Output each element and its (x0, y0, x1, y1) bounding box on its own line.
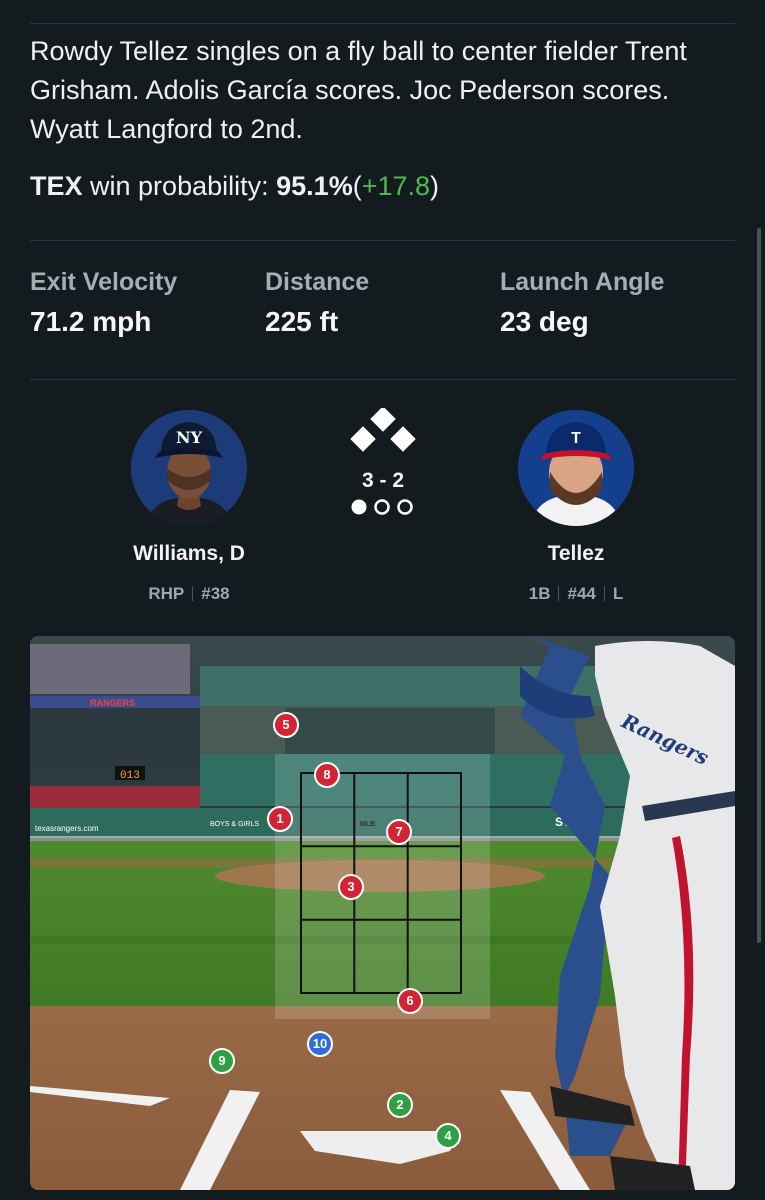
pitch-marker[interactable]: 4 (435, 1123, 461, 1149)
pitcher-number: #38 (201, 584, 230, 603)
stat-value: 23 deg (500, 306, 589, 337)
batter-avatar: T (518, 410, 634, 526)
separator (192, 586, 194, 601)
rangers-logo-icon: T (571, 430, 581, 447)
stat-label: Exit Velocity (30, 268, 178, 296)
pitch-marker[interactable]: 5 (273, 712, 299, 738)
exit-velocity-stat: Exit Velocity 71.2 mph (30, 268, 177, 338)
separator (558, 586, 560, 601)
divider (30, 379, 735, 380)
pitcher-position: RHP (148, 584, 185, 603)
second-base-icon (370, 406, 396, 432)
pitch-marker[interactable]: 7 (386, 819, 412, 845)
scoreboard-text: 013 (120, 770, 140, 782)
batter-number: #44 (567, 584, 596, 603)
pitch-marker[interactable]: 1 (267, 806, 293, 832)
win-probability-change: +17.8 (361, 171, 431, 201)
batter-name: Tellez (547, 542, 605, 565)
third-base-icon (350, 426, 376, 452)
stat-label: Distance (265, 268, 370, 296)
bases-diamond-icon (350, 406, 416, 452)
stat-value: 71.2 mph (30, 306, 152, 337)
ad-text: texasrangers.com (35, 824, 99, 833)
out-dot-filled-icon (351, 499, 367, 515)
launch-angle-stat: Launch Angle 23 deg (500, 268, 664, 338)
pitch-location-view[interactable]: RANGERS 013 texasrangers.com BOYS & GIRL… (30, 636, 735, 1190)
wall-text: RANGERS (90, 698, 135, 708)
pitcher-name: Williams, D (133, 542, 245, 565)
batter-position: 1B (528, 584, 551, 603)
out-dot-empty-icon (397, 499, 413, 515)
sponsor-text: BOYS & GIRLS (210, 821, 259, 828)
batter-handedness: L (612, 584, 624, 603)
batter-meta: 1B #44 L (476, 584, 676, 604)
pitch-marker[interactable]: 6 (397, 988, 423, 1014)
close-paren: ) (430, 171, 440, 201)
win-probability-team: TEX (30, 171, 83, 201)
win-probability: TEX win probability: 95.1%(+17.8) (30, 171, 439, 202)
distance-stat: Distance 225 ft (265, 268, 369, 338)
first-base-icon (390, 426, 416, 452)
divider (30, 240, 735, 241)
ball-strike-count: 3 - 2 (361, 469, 405, 492)
top-divider (30, 23, 735, 24)
pitcher-meta: RHP #38 (89, 584, 289, 604)
mlb-logo-text: MLB (360, 821, 375, 828)
win-probability-value: 95.1% (276, 171, 353, 201)
out-dot-empty-icon (374, 499, 390, 515)
yankees-logo-icon: NY (176, 428, 203, 447)
outs-indicator (333, 497, 433, 522)
pitch-marker[interactable]: 8 (314, 762, 340, 788)
count-indicator: 3 - 2 (333, 406, 433, 522)
pitcher-card[interactable]: NY Williams, D RHP #38 (89, 410, 289, 604)
pitch-marker[interactable]: 3 (338, 874, 364, 900)
stat-label: Launch Angle (500, 268, 665, 296)
batter-card[interactable]: T Tellez 1B #44 L (476, 410, 676, 604)
stat-value: 225 ft (265, 306, 339, 337)
pitch-marker[interactable]: 10 (307, 1031, 333, 1057)
ballpark-image: RANGERS 013 texasrangers.com BOYS & GIRL… (30, 636, 735, 1190)
win-probability-label: win probability: (90, 171, 269, 201)
pitcher-avatar: NY (131, 410, 247, 526)
pitch-marker[interactable]: 2 (387, 1092, 413, 1118)
scrollbar[interactable] (757, 228, 761, 943)
separator (603, 586, 605, 601)
play-description: Rowdy Tellez singles on a fly ball to ce… (30, 36, 687, 144)
open-paren: ( (352, 171, 362, 201)
pitch-marker[interactable]: 9 (209, 1048, 235, 1074)
